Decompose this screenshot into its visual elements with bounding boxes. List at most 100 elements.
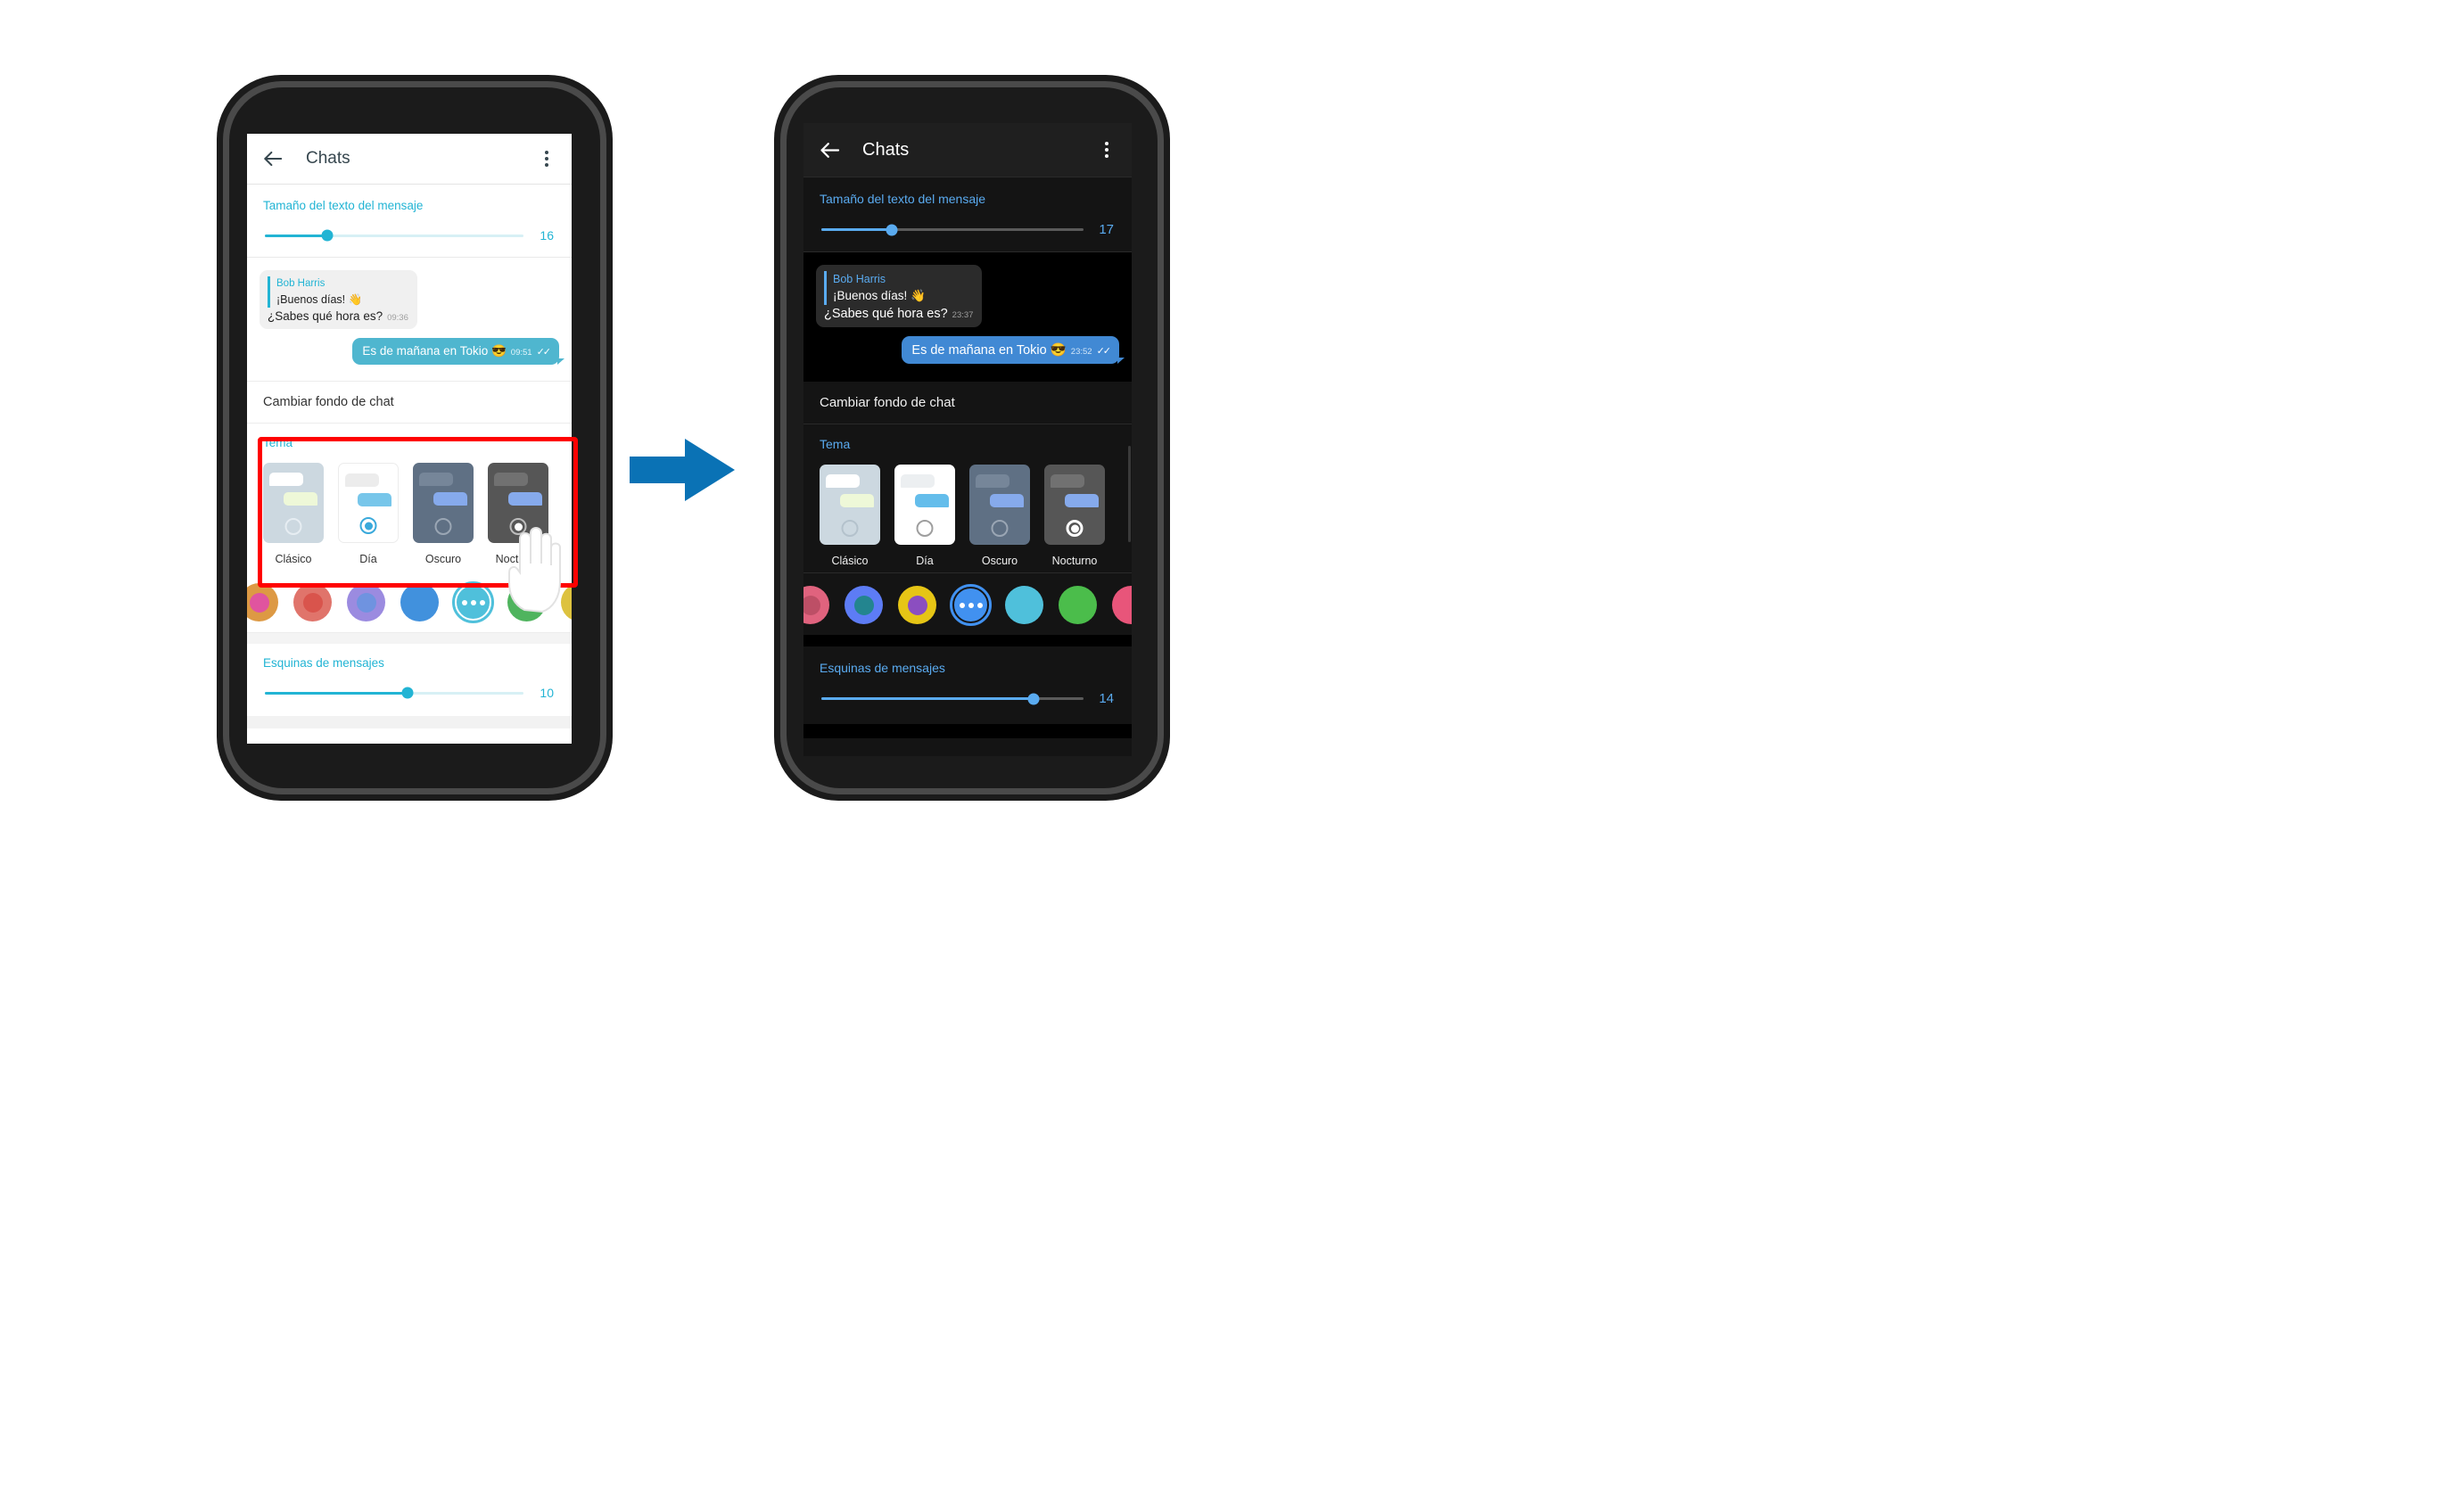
incoming-timestamp: 23:37 [952, 310, 974, 321]
theme-radio-dia[interactable] [916, 520, 934, 538]
quote-text: ¡Buenos días! 👋 [276, 292, 363, 306]
corners-slider-row[interactable]: 14 [820, 691, 1116, 712]
corners-label: Esquinas de mensajes [820, 661, 945, 676]
swatch-pink2[interactable] [1112, 586, 1132, 625]
theme-label-oscuro: Oscuro [424, 553, 462, 566]
text-size-slider-row[interactable]: 17 [820, 222, 1116, 243]
theme-radio-clasico[interactable] [841, 520, 859, 538]
outgoing-row: Es de mañana en Tokio 😎 23:52 ✓✓ [816, 336, 1125, 365]
theme-preview-dia [894, 465, 955, 546]
read-receipt-icon: ✓✓ [536, 347, 552, 358]
text-size-section-right: Tamaño del texto del mensaje 17 [803, 177, 1132, 251]
section-gap [803, 724, 1132, 739]
theme-label-dia: Día [359, 553, 377, 566]
swatch-cyan[interactable] [1005, 586, 1043, 625]
incoming-bubble: Bob Harris ¡Buenos días! 👋 ¿Sabes qué ho… [260, 270, 417, 330]
text-size-slider-track[interactable] [265, 229, 523, 242]
transition-arrow-icon [630, 434, 737, 506]
back-arrow-icon[interactable] [818, 138, 841, 161]
theme-option-clasico[interactable]: Clásico [263, 463, 324, 565]
text-size-section-left: Tamaño del texto del mensaje 16 [247, 185, 572, 257]
swatch-pink[interactable] [803, 586, 829, 625]
theme-preview-oscuro [413, 463, 474, 544]
swatch-blue-teal[interactable] [845, 586, 883, 625]
outgoing-bubble: Es de mañana en Tokio 😎 09:51 ✓✓ [352, 338, 564, 366]
outgoing-row: Es de mañana en Tokio 😎 09:51 ✓✓ [260, 338, 564, 366]
swatch-more-options[interactable] [950, 584, 992, 627]
incoming-message-text: ¿Sabes qué hora es? [824, 307, 948, 322]
theme-section-right: Tema Clásico Día Oscuro Nocturno [803, 424, 1132, 573]
chat-preview-left: Bob Harris ¡Buenos días! 👋 ¿Sabes qué ho… [247, 258, 572, 382]
text-size-slider-track[interactable] [821, 224, 1084, 235]
back-arrow-icon[interactable] [261, 147, 284, 170]
theme-radio-oscuro[interactable] [434, 518, 452, 536]
outgoing-message-text: Es de mañana en Tokio 😎 [911, 343, 1067, 358]
incoming-message-text: ¿Sabes qué hora es? [268, 309, 383, 324]
swatch-green[interactable] [1059, 586, 1097, 625]
theme-preview-dia [338, 463, 399, 544]
outgoing-timestamp: 09:51 [510, 348, 532, 358]
quote-author: Bob Harris [276, 278, 326, 289]
corners-slider-row[interactable]: 10 [263, 686, 556, 705]
tap-hand-cursor [498, 517, 576, 615]
theme-preview-oscuro [969, 465, 1030, 546]
quoted-message: Bob Harris ¡Buenos días! 👋 [268, 276, 408, 309]
section-filler [803, 738, 1132, 756]
section-gap [247, 633, 572, 645]
theme-scroll-indicator[interactable] [1128, 446, 1131, 543]
quoted-message: Bob Harris ¡Buenos días! 👋 [824, 271, 973, 306]
change-wallpaper-row[interactable]: Cambiar fondo de chat [803, 382, 1132, 424]
more-dots-icon [461, 599, 485, 605]
corners-section-left: Esquinas de mensajes 10 [247, 644, 572, 717]
chat-preview-right: Bob Harris ¡Buenos días! 👋 ¿Sabes qué ho… [803, 252, 1132, 383]
swatch-orange-pink[interactable] [247, 583, 278, 622]
theme-option-oscuro[interactable]: Oscuro [969, 465, 1030, 567]
color-swatch-strip-right [803, 573, 1132, 636]
theme-label-clasico: Clásico [275, 553, 312, 566]
swatch-more-options[interactable] [452, 581, 494, 624]
swatch-purple-blue[interactable] [347, 583, 385, 622]
theme-option-dia[interactable]: Día [338, 463, 399, 565]
theme-radio-oscuro[interactable] [991, 520, 1009, 538]
app-bar-left: Chats [247, 134, 572, 184]
incoming-message-line: ¿Sabes qué hora es? 09:36 [268, 309, 408, 323]
theme-option-dia[interactable]: Día [894, 465, 955, 567]
outgoing-timestamp: 23:52 [1070, 347, 1092, 358]
theme-option-nocturno[interactable]: Nocturno [1044, 465, 1105, 567]
color-swatches-right [803, 577, 1132, 633]
corners-value: 14 [1099, 691, 1114, 707]
theme-preview-clasico [820, 465, 880, 546]
theme-option-oscuro[interactable]: Oscuro [413, 463, 474, 565]
page-title: Chats [862, 139, 910, 160]
corners-label: Esquinas de mensajes [263, 656, 384, 671]
outgoing-message-text: Es de mañana en Tokio 😎 [362, 344, 507, 358]
theme-label: Tema [263, 436, 293, 450]
theme-option-clasico[interactable]: Clásico [820, 465, 880, 567]
theme-label-clasico: Clásico [831, 555, 869, 568]
theme-radio-nocturno[interactable] [1066, 520, 1084, 538]
outgoing-bubble: Es de mañana en Tokio 😎 23:52 ✓✓ [902, 336, 1125, 365]
corners-slider-track[interactable] [265, 687, 523, 699]
page-title: Chats [306, 149, 350, 168]
theme-label-nocturno: Nocturno [1051, 555, 1098, 568]
theme-radio-dia[interactable] [359, 517, 377, 535]
more-dots-icon [959, 602, 983, 608]
theme-radio-clasico[interactable] [284, 518, 302, 536]
kebab-menu-icon[interactable] [1096, 137, 1117, 162]
swatch-red[interactable] [293, 583, 332, 622]
swatch-blue[interactable] [400, 583, 439, 622]
text-size-value: 16 [540, 228, 554, 243]
corners-slider-track[interactable] [821, 693, 1084, 705]
quote-text: ¡Buenos días! 👋 [833, 289, 926, 303]
theme-preview-nocturno [1044, 465, 1105, 546]
change-wallpaper-row[interactable]: Cambiar fondo de chat [247, 382, 572, 424]
text-size-slider-row[interactable]: 16 [263, 228, 556, 248]
phone-screen-right: Chats Tamaño del texto del mensaje 17 Bo… [803, 123, 1132, 756]
section-filler [247, 728, 572, 744]
swatch-yellow-purple[interactable] [898, 586, 936, 625]
kebab-menu-icon[interactable] [536, 146, 557, 171]
app-bar-right: Chats [803, 123, 1132, 177]
section-gap [247, 716, 572, 729]
incoming-bubble: Bob Harris ¡Buenos días! 👋 ¿Sabes qué ho… [816, 265, 983, 328]
quote-author: Bob Harris [833, 273, 886, 285]
